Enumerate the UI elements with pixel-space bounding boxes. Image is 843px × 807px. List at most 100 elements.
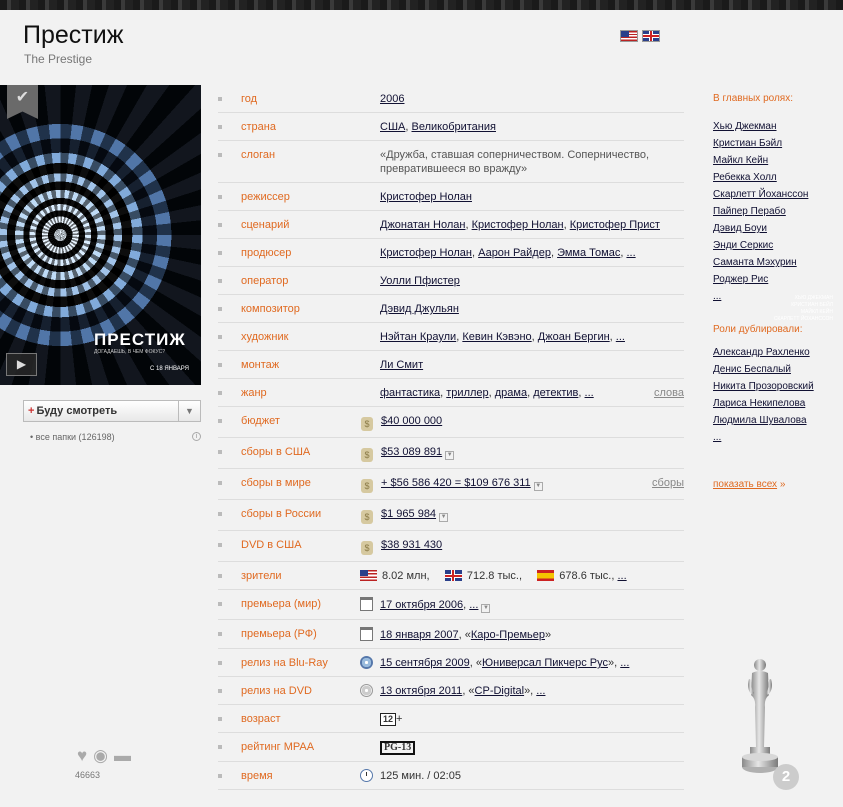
more-link[interactable]: ... — [626, 247, 635, 259]
comment-icon[interactable]: ▬ — [114, 747, 131, 765]
dubber-item[interactable]: Александр Рахленко — [713, 344, 838, 361]
actor-link[interactable]: Дэвид Боуи — [713, 223, 767, 234]
person-link[interactable]: Нэйтан Краули — [380, 331, 456, 343]
viewers-es: 678.6 тыс., — [559, 570, 615, 582]
mpaa-rating-badge[interactable]: PG-13 — [380, 741, 416, 755]
box-world-link[interactable]: + $56 586 420 = $109 676 311 — [381, 477, 531, 489]
row-bullet — [218, 251, 222, 255]
info-value: 2006 — [380, 92, 684, 106]
chevron-down-icon[interactable]: ▼ — [178, 401, 200, 421]
actor-item[interactable]: Роджер Рис — [713, 271, 838, 288]
dubber-link[interactable]: Людмила Шувалова — [713, 415, 807, 426]
distributor-link[interactable]: Каро-Премьер — [471, 629, 545, 641]
box-usa-link[interactable]: $53 089 891 — [381, 446, 442, 458]
actor-item[interactable]: Пайпер Перабо — [713, 203, 838, 220]
bluray-date-link[interactable]: 15 сентября 2009 — [380, 657, 470, 669]
actor-link[interactable]: Скарлетт Йоханссон — [713, 189, 808, 200]
dubber-item[interactable]: Людмила Шувалова — [713, 412, 838, 429]
actor-link[interactable]: Ребекка Холл — [713, 172, 777, 183]
will-watch-button[interactable]: + Буду смотреть ▼ — [23, 400, 201, 422]
person-link[interactable]: Кристофер Нолан — [472, 219, 564, 231]
box-office-link[interactable]: сборы — [652, 477, 684, 489]
actor-link[interactable]: Майкл Кейн — [713, 155, 768, 166]
more-link[interactable]: ... — [713, 291, 721, 302]
person-link[interactable]: Дэвид Джульян — [380, 303, 459, 315]
more-link[interactable]: ... — [620, 657, 629, 669]
country-link[interactable]: Великобритания — [412, 121, 496, 133]
row-bullet — [218, 363, 222, 367]
person-link[interactable]: Кристофер Нолан — [380, 191, 472, 203]
info-row-editing: монтаж Ли Смит — [218, 351, 684, 379]
dropdown-toggle-icon[interactable]: ▼ — [439, 513, 449, 522]
dropdown-toggle-icon[interactable]: ▼ — [533, 482, 543, 491]
premiere-world-link[interactable]: 17 октября 2006 — [380, 599, 463, 611]
actor-link[interactable]: Саманта Мэхурин — [713, 257, 797, 268]
dubber-item-more[interactable]: ... — [713, 429, 838, 446]
dubber-link[interactable]: Лариса Некипелова — [713, 398, 805, 409]
genre-link[interactable]: детектив — [533, 387, 578, 399]
dubber-link[interactable]: Денис Беспалый — [713, 364, 791, 375]
more-link[interactable]: ... — [617, 570, 626, 582]
person-link[interactable]: Уолли Пфистер — [380, 275, 460, 287]
dubber-item[interactable]: Денис Беспалый — [713, 361, 838, 378]
actor-link[interactable]: Хью Джекман — [713, 121, 777, 132]
info-value: Дэвид Джульян — [380, 302, 684, 316]
dropdown-toggle-icon[interactable]: ▼ — [445, 451, 455, 460]
uk-flag-icon[interactable] — [642, 30, 660, 42]
distributor-link[interactable]: Юниверсал Пикчерс Рус — [482, 657, 608, 669]
dubber-item[interactable]: Лариса Некипелова — [713, 395, 838, 412]
box-russia-link[interactable]: $1 965 984 — [381, 508, 436, 520]
actor-item[interactable]: Скарлетт Йоханссон — [713, 186, 838, 203]
person-link[interactable]: Кристофер Прист — [570, 219, 660, 231]
person-link[interactable]: Аарон Райдер — [478, 247, 551, 259]
play-trailer-icon[interactable]: ▶ — [6, 353, 37, 376]
actor-link[interactable]: Пайпер Перабо — [713, 206, 786, 217]
distributor-link[interactable]: CP-Digital — [475, 685, 525, 697]
more-link[interactable]: ... — [536, 685, 545, 697]
actor-link[interactable]: Энди Серкис — [713, 240, 773, 251]
keywords-link[interactable]: слова — [654, 387, 684, 399]
person-link[interactable]: Джоан Бергин — [538, 331, 610, 343]
all-folders[interactable]: • все папки (126198) i — [30, 432, 201, 442]
info-row-premiere-world: премьера (мир) 17 октября 2006, ... ▼ — [218, 590, 684, 620]
dubber-item[interactable]: Никита Прозоровский — [713, 378, 838, 395]
person-link[interactable]: Джонатан Нолан — [380, 219, 465, 231]
info-icon[interactable]: i — [192, 432, 201, 441]
person-link[interactable]: Кевин Кэвэно — [462, 331, 531, 343]
dubber-link[interactable]: Никита Прозоровский — [713, 381, 814, 392]
actor-item[interactable]: Ребекка Холл — [713, 169, 838, 186]
actor-item[interactable]: Энди Серкис — [713, 237, 838, 254]
eye-icon[interactable]: ◉ — [93, 747, 108, 765]
actor-item[interactable]: Саманта Мэхурин — [713, 254, 838, 271]
dvd-date-link[interactable]: 13 октября 2011 — [380, 685, 462, 697]
budget-link[interactable]: $40 000 000 — [381, 415, 442, 427]
actor-item[interactable]: Майкл Кейн — [713, 152, 838, 169]
country-link[interactable]: США — [380, 121, 405, 133]
info-key: композитор — [241, 303, 300, 315]
person-link[interactable]: Кристофер Нолан — [380, 247, 472, 259]
more-link[interactable]: ... — [713, 432, 721, 443]
more-link[interactable]: ... — [616, 331, 625, 343]
genre-link[interactable]: триллер — [446, 387, 488, 399]
actor-link[interactable]: Кристиан Бэйл — [713, 138, 782, 149]
heart-icon[interactable]: ♥ — [77, 747, 87, 765]
actor-item[interactable]: Дэвид Боуи — [713, 220, 838, 237]
actor-item[interactable]: Кристиан Бэйл — [713, 135, 838, 152]
dropdown-toggle-icon[interactable]: ▼ — [481, 604, 491, 613]
year-link[interactable]: 2006 — [380, 93, 404, 105]
actor-link[interactable]: Роджер Рис — [713, 274, 768, 285]
show-all-label[interactable]: показать всех — [713, 479, 777, 490]
person-link[interactable]: Эмма Томас — [557, 247, 620, 259]
premiere-rf-link[interactable]: 18 января 2007 — [380, 629, 459, 641]
show-all-cast-link[interactable]: показать всех » — [713, 479, 785, 490]
dvd-usa-link[interactable]: $38 931 430 — [381, 539, 442, 551]
dubber-link[interactable]: Александр Рахленко — [713, 347, 810, 358]
more-link[interactable]: ... — [469, 599, 478, 611]
more-link[interactable]: ... — [585, 387, 594, 399]
us-flag-icon[interactable] — [620, 30, 638, 42]
actor-item[interactable]: Хью Джекман — [713, 118, 838, 135]
genre-link[interactable]: драма — [495, 387, 527, 399]
genre-link[interactable]: фантастика — [380, 387, 440, 399]
oscar-statuette-icon[interactable] — [738, 655, 782, 785]
person-link[interactable]: Ли Смит — [380, 359, 423, 371]
